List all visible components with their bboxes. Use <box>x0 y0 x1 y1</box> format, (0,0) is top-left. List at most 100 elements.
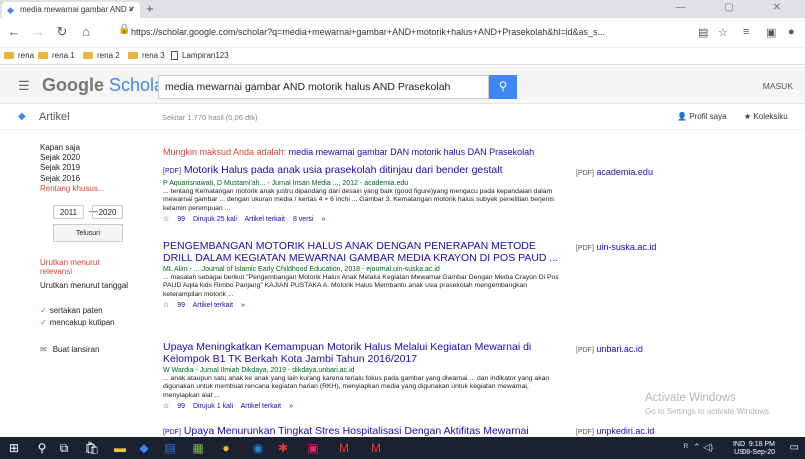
profile-icon[interactable]: ● <box>788 26 795 38</box>
filter-since-2020[interactable]: Sejak 2020 <box>40 153 80 162</box>
custom-range-search-button[interactable]: Telusuri <box>53 224 123 242</box>
sort-date[interactable]: Urutkan menurut tanggal <box>40 281 128 290</box>
save-star-icon[interactable]: ☆ <box>163 302 169 309</box>
start-icon[interactable]: ⊞ <box>6 440 22 456</box>
search-icon[interactable]: ⚲ <box>34 440 50 456</box>
result-meta: P Aquarisnawati, D Mustami'ah... - Jurna… <box>163 180 409 187</box>
reload-icon[interactable]: ↻ <box>54 24 70 40</box>
result-snippet: ... tentang Kematangan motorik anak just… <box>163 188 555 212</box>
cite-icon[interactable]: 99 <box>177 216 185 223</box>
activate-windows-hint: Go to Settings to activate Windows. <box>645 407 772 416</box>
result-title[interactable]: PENGEMBANGAN MOTORIK HALUS ANAK DENGAN P… <box>163 240 563 264</box>
cite-icon[interactable]: 99 <box>177 403 185 410</box>
filter-since-2019[interactable]: Sejak 2019 <box>40 163 80 172</box>
scholar-favicon-icon: ◆ <box>7 5 14 15</box>
browser-toolbar: ← → ↻ ⌂ 🔒 https://scholar.google.com/sch… <box>0 18 805 48</box>
filter-since-2016[interactable]: Sejak 2016 <box>40 174 80 183</box>
year-from-input[interactable]: 2011 <box>53 205 84 219</box>
checkmark-icon: ✓ <box>40 318 47 327</box>
google-scholar-logo[interactable]: Google Scholar <box>42 75 170 96</box>
favorite-star-icon[interactable]: ☆ <box>718 26 728 39</box>
result-side-link[interactable]: [PDF] unbari.ac.id <box>576 344 643 354</box>
activate-windows-watermark: Activate Windows <box>645 392 736 404</box>
more-icon[interactable]: » <box>241 302 245 309</box>
result-side-link[interactable]: [PDF] academia.edu <box>576 167 653 177</box>
bookmark-lampiran123[interactable]: Lampiran123 <box>171 51 229 60</box>
pdf-reader-icon[interactable]: ✱ <box>275 440 291 456</box>
include-patents[interactable]: ✓ sertakan paten <box>40 306 103 315</box>
new-tab-button[interactable]: + <box>146 1 154 16</box>
save-star-icon[interactable]: ☆ <box>163 216 169 223</box>
more-icon[interactable]: » <box>322 216 326 223</box>
back-icon[interactable]: ← <box>6 24 22 39</box>
related-articles-link[interactable]: Artikel terkait <box>193 302 233 309</box>
powerpoint-icon[interactable]: ▣ <box>305 440 321 456</box>
more-icon[interactable]: » <box>289 403 293 410</box>
checkmark-icon: ✓ <box>40 306 47 315</box>
search-input[interactable]: media mewarnai gambar AND motorik halus … <box>158 75 489 99</box>
favorites-list-icon[interactable]: ≡ <box>743 26 749 38</box>
window-controls[interactable]: — ▢ ✕ <box>676 2 799 13</box>
result-title[interactable]: Upaya Meningkatkan Kemampuan Motorik Hal… <box>163 341 563 365</box>
cited-by-link[interactable]: Dirujuk 25 kali <box>193 216 237 223</box>
scholar-header: ☰ Google Scholar media mewarnai gambar A… <box>0 66 805 104</box>
edge-icon[interactable]: ◆ <box>136 440 152 456</box>
collections-icon[interactable]: ▣ <box>766 26 776 39</box>
result-meta: W Wardia - Jurnal Ilmiah Dikdaya, 2019 -… <box>163 367 355 374</box>
clock[interactable]: 9:18 PM 08-Sep-20 <box>742 441 775 457</box>
folder-icon <box>4 52 14 59</box>
file-explorer-icon[interactable]: ▬ <box>112 440 128 456</box>
chrome-icon[interactable]: ● <box>218 440 234 456</box>
result-side-link[interactable]: [PDF] unpkediri.ac.id <box>576 426 654 436</box>
library-link[interactable]: ★ Koleksiku <box>744 112 788 121</box>
result-actions: ☆ 99 Artikel terkait » <box>163 301 563 309</box>
result-actions: ☆ 99 Dirujuk 25 kali Artikel terkait 8 v… <box>163 215 563 223</box>
store-icon[interactable]: 🛍 <box>84 440 100 456</box>
bookmark-rena[interactable]: rena <box>4 51 34 60</box>
filter-any-time[interactable]: Kapan saja <box>40 143 80 152</box>
bookmark-rena-1[interactable]: rena 1 <box>38 51 75 60</box>
menu-icon[interactable]: ☰ <box>18 78 30 94</box>
sort-relevance[interactable]: Urutkan menurut relevansi <box>40 258 115 276</box>
address-bar[interactable]: https://scholar.google.com/scholar?q=med… <box>115 24 700 42</box>
search-button[interactable]: ⚲ <box>489 75 517 99</box>
home-icon[interactable]: ⌂ <box>78 24 94 39</box>
create-alert[interactable]: ✉ Buat lansiran <box>40 345 99 354</box>
task-view-icon[interactable]: ⧉ <box>56 440 72 456</box>
result-title[interactable]: [PDF] Motorik Halus pada anak usia prase… <box>163 164 563 178</box>
save-star-icon[interactable]: ☆ <box>163 403 169 410</box>
year-to-input[interactable]: 2020 <box>92 205 123 219</box>
result-snippet: ... masalah sebagai berikut "Pengembanga… <box>163 274 559 298</box>
browser-icon[interactable]: ◉ <box>250 440 266 456</box>
tray-icons[interactable]: ᴿ ⌃ ◁) <box>684 442 713 453</box>
cited-by-link[interactable]: Dirujuk 1 kali <box>193 403 233 410</box>
browser-tab[interactable]: ◆ media mewarnai gambar AND ✓ × <box>2 2 140 18</box>
include-citations[interactable]: ✓ mencakup kutipan <box>40 318 115 327</box>
related-articles-link[interactable]: Artikel terkait <box>245 216 285 223</box>
notification-icon[interactable]: ▭ <box>790 442 799 453</box>
taskbar: ⊞ ⚲ ⧉ 🛍 ▬ ◆ ▤ ▦ ● ◉ ✱ ▣ M M ᴿ ⌃ ◁) IND US… <box>0 437 805 459</box>
cite-icon[interactable]: 99 <box>177 302 185 309</box>
result-actions: ☆ 99 Dirujuk 1 kali Artikel terkait » <box>163 402 563 410</box>
profile-link[interactable]: 👤 Profil saya <box>677 112 727 121</box>
sign-in-link[interactable]: MASUK <box>763 81 793 91</box>
app-m-icon-2[interactable]: M <box>368 440 384 456</box>
bookmark-rena-3[interactable]: rena 3 <box>128 51 165 60</box>
versions-link[interactable]: 8 versi <box>293 216 314 223</box>
forward-icon[interactable]: → <box>30 24 46 39</box>
filter-custom-range[interactable]: Rentang khusus... <box>40 184 104 193</box>
did-you-mean: Mungkin maksud Anda adalah: media mewarn… <box>163 147 535 157</box>
folder-icon <box>128 52 138 59</box>
app-m-icon[interactable]: M <box>336 440 352 456</box>
bookmark-rena-2[interactable]: rena 2 <box>83 51 120 60</box>
app-icon[interactable]: ▦ <box>190 440 206 456</box>
word-icon[interactable]: ▤ <box>162 440 178 456</box>
result-side-link[interactable]: [PDF] uin-suska.ac.id <box>576 242 656 252</box>
star-icon: ★ <box>744 112 752 121</box>
folder-icon <box>38 52 48 59</box>
close-tab-icon[interactable]: × <box>128 4 134 15</box>
reader-icon[interactable]: ▤ <box>698 26 708 39</box>
related-articles-link[interactable]: Artikel terkait <box>241 403 281 410</box>
result-item: PENGEMBANGAN MOTORIK HALUS ANAK DENGAN P… <box>163 240 563 309</box>
suggestion-link[interactable]: media mewarnai gambar DAN motorik halus … <box>289 147 535 157</box>
